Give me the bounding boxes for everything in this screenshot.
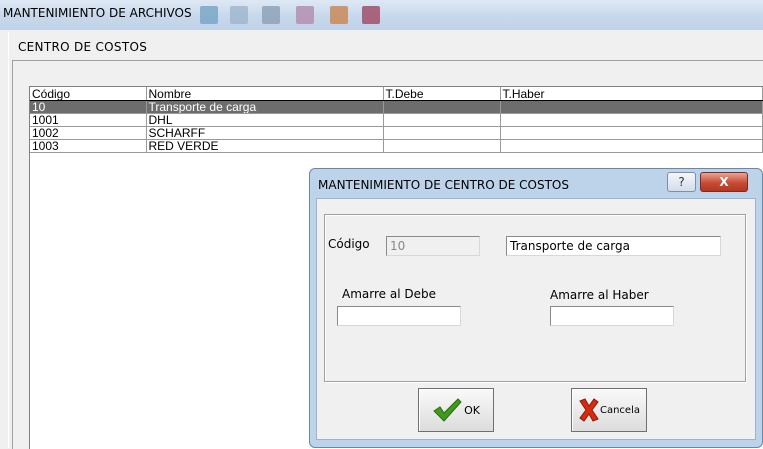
amarre-haber-label: Amarre al Haber bbox=[550, 288, 649, 302]
table-cell: 1002 bbox=[30, 126, 147, 140]
table-cell bbox=[500, 100, 763, 114]
help-button[interactable]: ? bbox=[667, 172, 696, 192]
grid-table: Código Nombre T.Debe T.Haber 10 Transpor… bbox=[30, 87, 763, 153]
table-cell bbox=[500, 113, 763, 127]
table-cell: 10 bbox=[30, 100, 147, 114]
toolbar-icon-5[interactable] bbox=[330, 6, 348, 24]
toolbar-icon-6[interactable] bbox=[362, 6, 380, 24]
column-header[interactable]: Código bbox=[30, 87, 147, 101]
table-row[interactable]: 1003 RED VERDE bbox=[30, 139, 763, 153]
table-cell: RED VERDE bbox=[146, 139, 384, 153]
table-cell bbox=[383, 113, 501, 127]
codigo-field[interactable]: 10 bbox=[386, 236, 480, 256]
grid-header-row: Código Nombre T.Debe T.Haber bbox=[30, 87, 763, 101]
table-cell bbox=[500, 126, 763, 140]
ok-button[interactable]: OK bbox=[418, 388, 494, 432]
toolbar-icon-1[interactable] bbox=[200, 6, 218, 24]
table-row[interactable]: 1001 DHL bbox=[30, 113, 763, 127]
checkmark-icon bbox=[432, 397, 462, 423]
table-cell: 1001 bbox=[30, 113, 147, 127]
amarre-haber-field[interactable] bbox=[550, 306, 674, 326]
table-row[interactable]: 1002 SCHARFF bbox=[30, 126, 763, 140]
table-cell: DHL bbox=[146, 113, 384, 127]
column-header[interactable]: Nombre bbox=[146, 87, 384, 101]
table-cell bbox=[500, 139, 763, 153]
table-cell bbox=[383, 100, 501, 114]
toolbar-icon-4[interactable] bbox=[296, 6, 314, 24]
amarre-debe-field[interactable] bbox=[337, 306, 461, 326]
amarre-debe-label: Amarre al Debe bbox=[342, 287, 436, 301]
x-mark-icon bbox=[578, 398, 600, 422]
cancel-button[interactable]: Cancela bbox=[571, 388, 647, 432]
table-cell bbox=[383, 139, 501, 153]
section-title: CENTRO DE COSTOS bbox=[18, 40, 148, 54]
toolbar-icon-3[interactable] bbox=[262, 6, 280, 24]
close-icon: X bbox=[719, 175, 729, 189]
dialog-title: MANTENIMIENTO DE CENTRO DE COSTOS bbox=[318, 178, 569, 192]
nombre-field[interactable]: Transporte de carga bbox=[506, 236, 721, 256]
column-header[interactable]: T.Debe bbox=[383, 87, 501, 101]
codigo-label: Código bbox=[328, 237, 370, 251]
table-cell: Transporte de carga bbox=[146, 100, 384, 114]
toolbar-icon-2[interactable] bbox=[230, 6, 248, 24]
cancel-label: Cancela bbox=[599, 404, 640, 416]
window-title: MANTENIMIENTO DE ARCHIVOS bbox=[3, 6, 192, 20]
column-header[interactable]: T.Haber bbox=[500, 87, 763, 101]
close-button[interactable]: X bbox=[700, 172, 748, 192]
table-cell bbox=[383, 126, 501, 140]
table-row[interactable]: 10 Transporte de carga bbox=[30, 100, 763, 114]
ok-label: OK bbox=[464, 403, 480, 417]
table-cell: SCHARFF bbox=[146, 126, 384, 140]
table-cell: 1003 bbox=[30, 139, 147, 153]
